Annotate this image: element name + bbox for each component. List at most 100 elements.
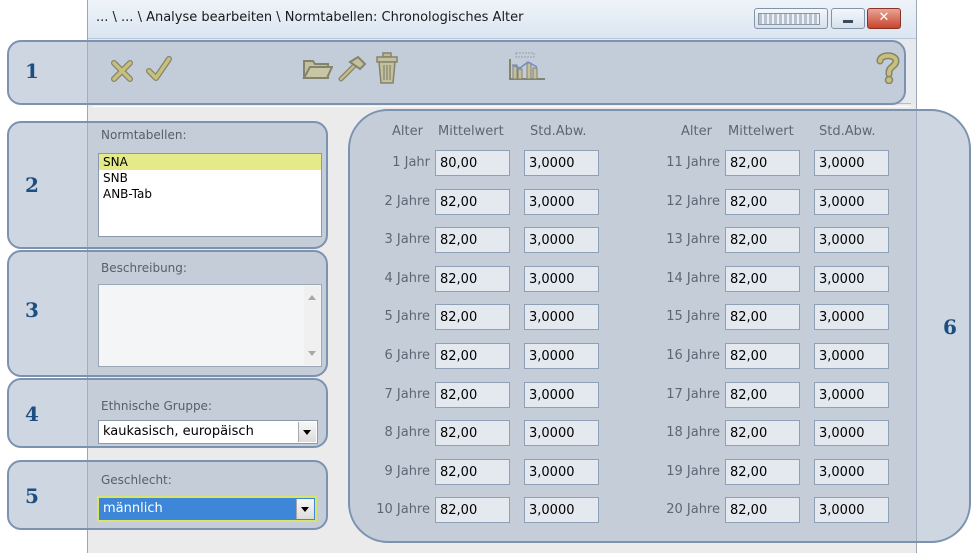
age-label: 2 Jahre xyxy=(384,193,431,209)
mean-value-field[interactable]: 82,00 xyxy=(435,420,510,447)
list-item-sna[interactable]: SNA xyxy=(99,154,321,170)
mean-value-field[interactable]: 82,00 xyxy=(435,227,510,254)
mean-value-field[interactable]: 82,00 xyxy=(725,420,800,447)
age-label: 4 Jahre xyxy=(384,270,431,286)
std-dev-field[interactable]: 3,0000 xyxy=(524,420,599,447)
std-dev-field[interactable]: 3,0000 xyxy=(814,343,889,369)
std-dev-field[interactable]: 3,0000 xyxy=(524,304,599,331)
age-label: 20 Jahre xyxy=(666,502,720,518)
mean-value-field[interactable]: 82,00 xyxy=(435,188,510,215)
mean-value-field[interactable]: 82,00 xyxy=(435,381,510,408)
age-label: 14 Jahre xyxy=(666,270,720,286)
scroll-down-icon[interactable] xyxy=(308,351,316,357)
header-mean-right: Mittelwert xyxy=(728,124,794,139)
list-item-anb-tab[interactable]: ANB-Tab xyxy=(99,186,321,202)
mean-value-field[interactable]: 82,00 xyxy=(725,150,800,176)
mean-value-field[interactable]: 82,00 xyxy=(725,343,800,369)
gender-select[interactable]: männlich xyxy=(97,496,317,522)
age-label: 12 Jahre xyxy=(666,193,720,209)
list-item-snb[interactable]: SNB xyxy=(99,170,321,186)
age-label: 7 Jahre xyxy=(384,386,431,402)
std-dev-field[interactable]: 3,0000 xyxy=(814,265,889,292)
mean-value-field[interactable]: 82,00 xyxy=(725,304,800,331)
age-label: 19 Jahre xyxy=(666,463,720,479)
age-label: 9 Jahre xyxy=(384,463,431,479)
mean-value-field[interactable]: 80,00 xyxy=(435,150,510,176)
header-age-right: Alter xyxy=(681,124,712,139)
std-dev-field[interactable]: 3,0000 xyxy=(524,227,599,254)
mean-value-field[interactable]: 82,00 xyxy=(725,188,800,215)
keyboard-button[interactable] xyxy=(754,8,828,29)
chevron-down-icon xyxy=(301,507,309,512)
age-label: 13 Jahre xyxy=(666,232,720,248)
callout-number-2: 2 xyxy=(25,173,39,197)
std-dev-field[interactable]: 3,0000 xyxy=(814,497,889,524)
age-label: 17 Jahre xyxy=(666,386,720,402)
header-age-left: Alter xyxy=(392,124,423,139)
callout-number-4: 4 xyxy=(25,402,39,426)
callout-number-1: 1 xyxy=(25,59,39,83)
age-label: 16 Jahre xyxy=(666,348,720,363)
std-dev-field[interactable]: 3,0000 xyxy=(524,381,599,408)
mean-value-field[interactable]: 82,00 xyxy=(435,265,510,292)
description-textarea[interactable] xyxy=(98,284,322,367)
std-dev-field[interactable]: 3,0000 xyxy=(524,188,599,215)
description-label: Beschreibung: xyxy=(101,261,187,275)
std-dev-field[interactable]: 3,0000 xyxy=(524,458,599,485)
mean-value-field[interactable]: 82,00 xyxy=(435,343,510,369)
chevron-down-icon xyxy=(303,430,311,435)
ethnic-group-value: kaukasisch, europäisch xyxy=(103,424,254,439)
minimize-icon xyxy=(843,20,853,23)
window-title: ... \ ... \ Analyse bearbeiten \ Normtab… xyxy=(96,10,524,25)
std-dev-field[interactable]: 3,0000 xyxy=(814,381,889,408)
age-label: 11 Jahre xyxy=(666,155,720,170)
ethnic-group-label: Ethnische Gruppe: xyxy=(101,399,212,413)
callout-number-6: 6 xyxy=(943,315,957,339)
std-dev-field[interactable]: 3,0000 xyxy=(524,150,599,176)
scroll-up-icon[interactable] xyxy=(308,294,316,300)
age-label: 10 Jahre xyxy=(376,502,430,518)
mean-value-field[interactable]: 82,00 xyxy=(435,304,510,331)
callout-box-toolbar xyxy=(7,40,906,105)
mean-value-field[interactable]: 82,00 xyxy=(725,458,800,485)
std-dev-field[interactable]: 3,0000 xyxy=(814,304,889,331)
mean-value-field[interactable]: 82,00 xyxy=(725,227,800,254)
header-sd-left: Std.Abw. xyxy=(530,124,587,139)
std-dev-field[interactable]: 3,0000 xyxy=(524,265,599,292)
ethnic-group-dropdown-button[interactable] xyxy=(298,422,316,442)
norm-tables-label: Normtabellen: xyxy=(101,128,187,142)
std-dev-field[interactable]: 3,0000 xyxy=(524,497,599,524)
description-value xyxy=(99,285,321,291)
age-label: 1 Jahr xyxy=(392,155,430,170)
minimize-button[interactable] xyxy=(831,8,865,29)
std-dev-field[interactable]: 3,0000 xyxy=(814,458,889,485)
header-mean-left: Mittelwert xyxy=(438,124,504,139)
close-icon: ✕ xyxy=(878,10,890,25)
std-dev-field[interactable]: 3,0000 xyxy=(814,150,889,176)
gender-value: männlich xyxy=(103,501,163,516)
age-label: 18 Jahre xyxy=(666,425,720,441)
mean-value-field[interactable]: 82,00 xyxy=(725,265,800,292)
description-scrollbar[interactable] xyxy=(304,286,320,365)
age-label: 15 Jahre xyxy=(666,309,720,325)
gender-dropdown-button[interactable] xyxy=(296,499,314,519)
std-dev-field[interactable]: 3,0000 xyxy=(524,343,599,369)
mean-value-field[interactable]: 82,00 xyxy=(725,381,800,408)
close-button[interactable]: ✕ xyxy=(867,8,901,29)
ethnic-group-select[interactable]: kaukasisch, europäisch xyxy=(98,420,318,444)
mean-value-field[interactable]: 82,00 xyxy=(435,497,510,524)
age-label: 3 Jahre xyxy=(384,232,431,248)
mean-value-field[interactable]: 82,00 xyxy=(725,497,800,524)
gender-label: Geschlecht: xyxy=(101,473,172,487)
std-dev-field[interactable]: 3,0000 xyxy=(814,420,889,447)
callout-number-5: 5 xyxy=(25,484,39,508)
mean-value-field[interactable]: 82,00 xyxy=(435,458,510,485)
norm-tables-list[interactable]: SNA SNB ANB-Tab xyxy=(98,153,322,237)
header-sd-right: Std.Abw. xyxy=(819,124,876,139)
title-bar: ... \ ... \ Analyse bearbeiten \ Normtab… xyxy=(88,0,916,39)
age-label: 6 Jahre xyxy=(384,348,431,363)
age-label: 8 Jahre xyxy=(384,425,431,441)
age-label: 5 Jahre xyxy=(384,309,431,325)
std-dev-field[interactable]: 3,0000 xyxy=(814,188,889,215)
std-dev-field[interactable]: 3,0000 xyxy=(814,227,889,254)
